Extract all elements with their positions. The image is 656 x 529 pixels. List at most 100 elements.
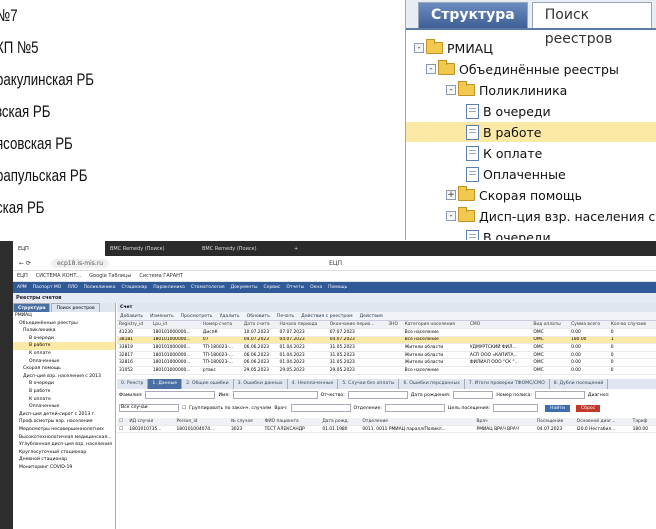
browser-tab-ecp[interactable]: ЕЦП (13, 241, 105, 256)
menu-item[interactable]: ЛЛО (67, 285, 77, 290)
column-header[interactable]: Вид оплаты (531, 321, 570, 330)
detail-tab[interactable]: 7. Итоги проверки ТФОМС/СМО (465, 378, 550, 389)
url-field[interactable]: ecp18.is-mis.ru (50, 258, 110, 268)
menu-item[interactable]: Паспорт МО (33, 285, 62, 290)
sidebar-tree-node[interactable]: Проф.осмотры взр. населения (13, 418, 115, 426)
sidebar-tree-node[interactable]: Круглосуточный стационар (13, 449, 115, 457)
browser-tab-remedy-1[interactable]: BMC Remedy (Поиск) (105, 241, 197, 256)
sidebar-tree-node[interactable]: Оплаченные (13, 358, 115, 366)
detail-tab[interactable]: 3. Ошибки данных (234, 378, 288, 389)
column-header[interactable]: Посещение (534, 417, 575, 426)
sidebar-tree-node[interactable]: Медосмотры несовершеннолетних (13, 426, 115, 434)
detail-tab[interactable]: 8. Дубли посещений (550, 378, 609, 389)
department-input[interactable] (384, 404, 445, 413)
column-header[interactable]: Person_id (174, 417, 229, 426)
column-header[interactable]: Registry_id (117, 321, 151, 330)
name-input[interactable] (232, 391, 318, 400)
column-header[interactable]: ИД случая (127, 417, 175, 426)
new-tab-button[interactable]: + (289, 241, 309, 256)
tree-node[interactable]: В работе (406, 122, 656, 142)
sidebar-tree-node[interactable]: К оплате (13, 350, 115, 358)
column-header[interactable]: № случая (228, 417, 263, 426)
detail-tab[interactable]: 6. Ошибки персданных (399, 378, 465, 389)
table-row[interactable]: 31052 180101000000... ртвкс 29.05.2023 29.05… (117, 366, 656, 375)
expand-icon[interactable]: + (446, 190, 456, 200)
sidebar-tree-node[interactable]: Оплаченные (13, 403, 115, 411)
column-header[interactable]: Дата счета (241, 321, 278, 330)
tree-node[interactable]: - Поликлиника (446, 80, 567, 100)
bookmark-garant[interactable]: Система ГАРАНТ (139, 273, 183, 279)
sidebar-tree-node[interactable]: Скорая помощь (13, 365, 115, 373)
browser-tab-remedy-2[interactable]: BMC Remedy (Поиск) (197, 241, 289, 256)
toolbar-button[interactable]: Изменить (150, 314, 174, 319)
menu-item[interactable]: Окна (310, 285, 322, 290)
sidebar-tab-search[interactable]: Поиск реестров (51, 303, 100, 312)
column-header[interactable]: Номер счета (200, 321, 242, 330)
column-header[interactable]: Lpu_id (150, 321, 201, 330)
column-header[interactable]: ЗНО (386, 321, 403, 330)
collapse-icon[interactable]: - (414, 43, 424, 53)
column-header[interactable]: Начало периода (277, 321, 328, 330)
birthdate-input[interactable] (453, 391, 494, 400)
menu-item[interactable]: Стационар (121, 285, 147, 290)
surname-input[interactable] (145, 391, 216, 400)
sidebar-tree-node[interactable]: В работе (13, 388, 115, 396)
tree-node[interactable]: - РМИАЦ (414, 38, 493, 58)
column-header[interactable]: Окончание перио... (327, 321, 387, 330)
toolbar-button[interactable]: Добавить (120, 314, 143, 319)
sidebar-tab-structure[interactable]: Структура (13, 303, 51, 312)
column-header[interactable]: Врач (474, 417, 535, 426)
collapse-icon[interactable]: - (426, 64, 436, 74)
sidebar-tree-node[interactable]: В очереди (13, 380, 115, 388)
sidebar-tree-node[interactable]: РМИАЦ (13, 312, 115, 320)
sidebar-tree-node[interactable]: Объединённые реестры (13, 320, 115, 328)
tree-node[interactable]: - Дисп-ция взр. населения с 2013 (446, 206, 656, 226)
reset-button[interactable]: Сброс (575, 404, 601, 412)
menu-item[interactable]: АРМ (17, 285, 27, 290)
collapse-icon[interactable]: - (446, 211, 456, 221)
tree-node[interactable]: - Объединённые реестры (426, 59, 619, 79)
detail-tab[interactable]: 0. Реестр (117, 378, 149, 389)
detail-tab[interactable]: 5. Случаи без оплаты (338, 378, 400, 389)
back-icon[interactable]: ← (19, 260, 24, 267)
column-header[interactable]: Дата рожд. (320, 417, 361, 426)
patronymic-input[interactable] (347, 391, 408, 400)
reload-icon[interactable]: ⟳ (26, 260, 31, 267)
sidebar-tree-node[interactable]: Дисп-ция взр. населения с 2013 (13, 373, 115, 381)
tree-node[interactable]: + Скорая помощь (446, 185, 582, 205)
cases-select[interactable]: Все случаи (119, 404, 179, 413)
toolbar-button[interactable]: Действия (360, 314, 383, 319)
column-header[interactable]: Основной диаг... (574, 417, 631, 426)
column-header[interactable]: Тариф (630, 417, 656, 426)
sidebar-tree-node[interactable]: К оплате (13, 396, 115, 404)
menu-item[interactable]: Отчеты (286, 285, 304, 290)
table-row[interactable]: ☐ 1801010735... 180101004074... 3023 ТЕСТ АЛ… (117, 425, 656, 434)
group-checkbox[interactable]: ☐ (182, 406, 186, 411)
toolbar-button[interactable]: Действия с реестром (301, 314, 352, 319)
bookmark-google-sheets[interactable]: Google Таблицы (89, 273, 131, 279)
table-row[interactable]: 32816 180101000000... ТП-180023-... 06.06.2… (117, 358, 656, 368)
tab-registry-search[interactable]: Поиск реестров (531, 2, 652, 47)
toolbar-button[interactable]: Обновить (247, 314, 270, 319)
row-checkbox[interactable]: ☐ (117, 425, 128, 434)
tree-node[interactable]: В очереди (466, 101, 551, 121)
column-header[interactable]: Категория населения (402, 321, 468, 330)
column-header[interactable]: СМО (467, 321, 532, 330)
toolbar-button[interactable]: Печать (277, 314, 294, 319)
sidebar-tree-node[interactable]: Мониторинг COVID-19 (13, 464, 115, 472)
tree-node[interactable]: В очереди (466, 227, 551, 240)
sidebar-tree-node[interactable]: Поликлиника (13, 327, 115, 335)
sidebar-tree-node[interactable]: Дневной стационар (13, 456, 115, 464)
sidebar-tree-node[interactable]: В работе (13, 342, 115, 350)
table-row[interactable]: 32817 180101000000... ТП-180023-... 06.06.2… (117, 351, 656, 360)
sidebar-tree-node[interactable]: В очереди (13, 335, 115, 343)
menu-item[interactable]: Помощь (328, 285, 347, 290)
menu-item[interactable]: Сервис (264, 285, 281, 290)
detail-tab[interactable]: 4. Неоплаченные (288, 378, 339, 389)
toolbar-button[interactable]: Удалить (219, 314, 239, 319)
bookmark-ecp[interactable]: ЕЦП (17, 273, 28, 279)
menu-item[interactable]: Документы (231, 285, 258, 290)
detail-tab[interactable]: 2. Общие ошибки (182, 378, 234, 389)
policy-input[interactable] (534, 391, 585, 400)
bookmark-system[interactable]: СИСТЕМА КОНТ... (36, 273, 81, 279)
